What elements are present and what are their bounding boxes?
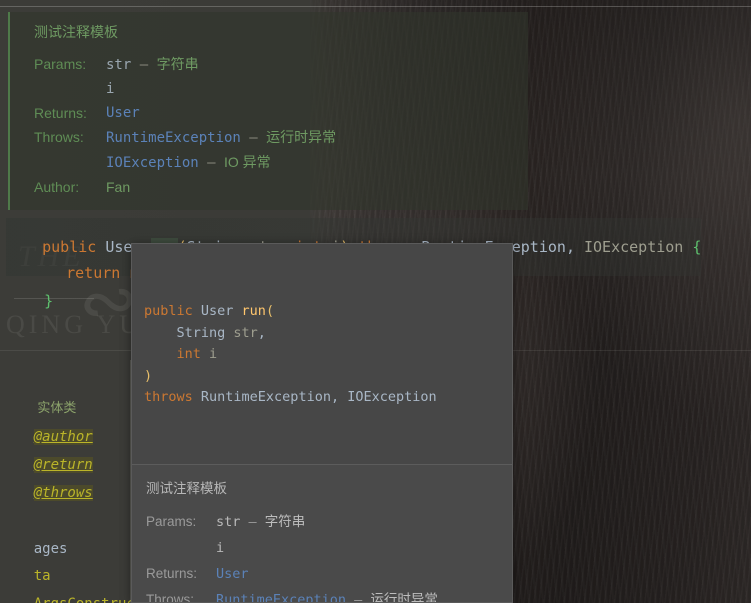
doc-text: – <box>198 155 225 171</box>
doc-field-value: RuntimeException – 运行时异常 <box>106 125 336 150</box>
doc-text: 字符串 <box>156 56 199 72</box>
doc-signature-line: String str, <box>144 323 500 345</box>
return-text: return n <box>66 264 139 282</box>
doc-field-row: i <box>146 536 500 560</box>
doc-field-row: IOException – IO 异常 <box>34 150 528 175</box>
doc-field-value: str – 字符串 <box>216 510 305 534</box>
doc-field-value: Fan <box>106 175 130 200</box>
code-token: String <box>144 324 234 341</box>
doc-title: 测试注释模板 <box>146 480 227 496</box>
doc-text: – <box>240 130 267 146</box>
doc-text: str <box>106 57 132 73</box>
doc-text: – <box>240 513 265 530</box>
doc-field-value: IOException – IO 异常 <box>106 150 271 175</box>
doc-field-label: Returns: <box>146 565 198 581</box>
doc-field-row: Returns: User <box>146 562 500 586</box>
doc-field-row: Throws: RuntimeException – 运行时异常 <box>34 125 528 150</box>
code-token: ) <box>144 367 153 384</box>
javadoc-hint-popup[interactable]: 测试注释模板 Params: str – 字符串 i Returns: User Thro… <box>8 12 528 210</box>
doc-signature-block: public User run( String str, int i) throw… <box>132 244 512 464</box>
doc-field-row: Returns: User <box>34 101 528 125</box>
code-token: , <box>565 238 584 256</box>
doc-field-row: Author: Fan <box>34 175 528 200</box>
close-brace-text: } <box>44 292 54 310</box>
throws-tag-text: @throws <box>33 485 93 501</box>
code-token: IOException <box>347 389 437 405</box>
editor-top-divider <box>0 6 751 7</box>
doc-text: – <box>131 57 157 73</box>
doc-signature-line: throws RuntimeException, IOException <box>144 387 500 409</box>
doc-field-value: User <box>216 562 249 586</box>
doc-field-value: i <box>216 536 224 560</box>
code-token: ( <box>265 303 275 319</box>
doc-text: 字符串 <box>264 513 306 529</box>
doc-field-label: Author: <box>34 179 80 195</box>
code-token: , <box>330 389 348 405</box>
code-token: , <box>257 324 266 341</box>
doc-text: i <box>216 539 225 556</box>
doc-text: Fan <box>106 179 131 195</box>
code-token: RuntimeException <box>200 389 331 405</box>
doc-type-link[interactable]: RuntimeException <box>216 592 346 603</box>
code-token: str <box>233 324 258 341</box>
code-token: IOException <box>584 238 684 256</box>
doc-signature-line: public User run( <box>144 301 500 323</box>
doc-type-link[interactable]: User <box>216 566 249 582</box>
javadoc-hint-rows: Params: str – 字符串 i Returns: User Throws: Runt… <box>26 52 528 200</box>
doc-text: 运行时异常 <box>370 591 438 603</box>
doc-signature-tokens: public User run( String str, int i) throw… <box>144 301 500 409</box>
doc-signature-line: ) <box>144 366 500 388</box>
code-fragment-allargsconstructor-annotation[interactable]: ArgsConstruct <box>0 577 144 603</box>
doc-field-value: str – 字符串 <box>106 52 199 77</box>
doc-field-value: i <box>106 77 114 101</box>
doc-field-label: Params: <box>34 56 87 72</box>
doc-type-link[interactable]: User <box>106 105 140 121</box>
doc-field-value: User <box>106 101 140 125</box>
quick-documentation-popup[interactable]: public User run( String str, int i) throw… <box>131 243 513 603</box>
doc-type-link[interactable]: RuntimeException <box>106 130 241 146</box>
doc-field-value: RuntimeException – 运行时异常 <box>216 588 438 603</box>
doc-type-link[interactable]: IOException <box>106 155 199 171</box>
doc-text: IO 异常 <box>224 154 271 170</box>
doc-field-row: Throws: RuntimeException – 运行时异常 <box>146 588 500 603</box>
code-token: throws <box>144 389 201 405</box>
allargs-annotation-text: ArgsConstruct <box>34 596 144 603</box>
code-token: int <box>144 346 210 362</box>
doc-field-label: Returns: <box>34 105 87 121</box>
code-tag-throws[interactable]: @throws <box>0 466 93 520</box>
doc-signature-line: int i <box>144 344 500 366</box>
doc-text: i <box>106 81 115 97</box>
doc-field-label: Throws: <box>34 129 84 145</box>
code-token: User <box>200 303 242 319</box>
doc-field-row: i <box>34 77 528 101</box>
javadoc-hint-title: 测试注释模板 <box>34 24 118 40</box>
code-token: { <box>692 238 702 256</box>
doc-field-row: Params: str – 字符串 <box>34 52 528 77</box>
doc-body: 测试注释模板 Params: str – 字符串 i Returns: User Thro… <box>132 464 512 603</box>
doc-rows: Params: str – 字符串 i Returns: User Throws: Runt… <box>146 510 500 603</box>
doc-text: 运行时异常 <box>266 129 337 145</box>
doc-field-row: Params: str – 字符串 <box>146 510 500 534</box>
code-token: public <box>144 303 201 319</box>
doc-field-label: Throws: <box>146 591 195 603</box>
code-token: i <box>209 346 218 362</box>
doc-text: – <box>346 591 371 603</box>
doc-field-label: Params: <box>146 513 197 529</box>
code-line-close-brace[interactable]: } <box>8 274 53 328</box>
doc-text: str <box>216 513 241 530</box>
code-token: run <box>241 303 266 319</box>
